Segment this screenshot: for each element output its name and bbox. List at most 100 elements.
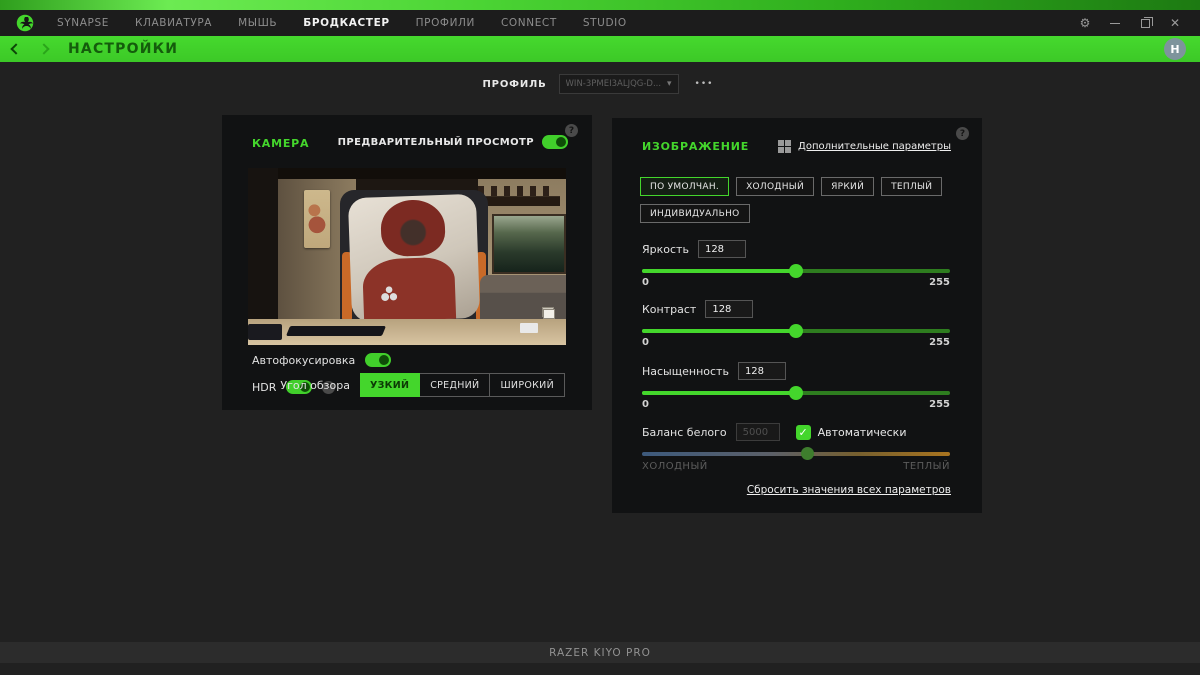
- forward-button[interactable]: [38, 43, 50, 55]
- saturation-slider-thumb[interactable]: [789, 386, 803, 400]
- preview-wall-scroll: [304, 190, 330, 248]
- advanced-params-label: Дополнительные параметры: [798, 141, 951, 152]
- camera-panel: КАМЕРА ПРЕДВАРИТЕЛЬНЫЙ ПРОСМОТР ? Автофо…: [222, 115, 592, 410]
- chevron-down-icon: ▾: [667, 79, 672, 89]
- contrast-input[interactable]: [705, 300, 754, 318]
- image-panel: ИЗОБРАЖЕНИЕ Дополнительные параметры ? П…: [612, 118, 982, 513]
- maximize-button[interactable]: [1130, 10, 1160, 36]
- contrast-slider[interactable]: [642, 324, 950, 338]
- menu-item-keyboard[interactable]: КЛАВИАТУРА: [135, 17, 212, 29]
- saturation-slider[interactable]: [642, 386, 950, 400]
- fov-group: Угол обзора УЗКИЙ СРЕДНИЙ ШИРОКИЙ: [280, 373, 565, 397]
- preset-warm-button[interactable]: ТЕПЛЫЙ: [881, 177, 943, 196]
- profile-row: ПРОФИЛЬ WIN-3PMEI3ALJQG-D... ▾ •••: [0, 73, 1200, 95]
- windows-icon: [778, 140, 792, 153]
- menu-item-profiles[interactable]: ПРОФИЛИ: [416, 17, 475, 29]
- menu-item-connect[interactable]: CONNECT: [501, 17, 557, 29]
- preview-keyboard: [285, 326, 387, 336]
- fov-narrow-button[interactable]: УЗКИЙ: [359, 373, 421, 397]
- profile-dropdown[interactable]: WIN-3PMEI3ALJQG-D... ▾: [558, 74, 679, 94]
- menu-item-mouse[interactable]: МЫШЬ: [238, 17, 277, 29]
- preview-toggle-row: ПРЕДВАРИТЕЛЬНЫЙ ПРОСМОТР: [338, 135, 568, 149]
- preview-pillow: [347, 193, 481, 323]
- contrast-label: Контраст: [642, 302, 697, 316]
- white-balance-input: [735, 423, 780, 441]
- slider-fill: [642, 391, 796, 395]
- white-balance-slider-thumb[interactable]: [801, 447, 815, 460]
- preset-cold-button[interactable]: ХОЛОДНЫЙ: [736, 177, 815, 196]
- menu-item-synapse[interactable]: SYNAPSE: [57, 17, 109, 29]
- white-balance-slider[interactable]: [642, 447, 950, 460]
- profile-dropdown-value: WIN-3PMEI3ALJQG-D...: [565, 79, 662, 89]
- toggle-knob: [379, 355, 390, 365]
- preview-desk-item: [248, 324, 282, 340]
- brightness-slider-thumb[interactable]: [789, 264, 803, 278]
- back-button[interactable]: [10, 43, 22, 55]
- menu-item-broadcaster[interactable]: БРОДКАСТЕР: [303, 17, 389, 29]
- hdr-label: HDR: [252, 380, 277, 394]
- fov-label: Угол обзора: [280, 378, 350, 392]
- saturation-group: Насыщенность 0 255: [642, 362, 950, 410]
- device-name: RAZER KIYO PRO: [549, 646, 651, 659]
- image-panel-title: ИЗОБРАЖЕНИЕ: [642, 140, 750, 153]
- user-avatar[interactable]: H: [1164, 38, 1186, 60]
- preview-desk-card: [520, 323, 538, 333]
- slider-fill: [642, 269, 796, 273]
- brightness-max: 255: [929, 277, 950, 288]
- white-balance-warm-label: ТЕПЛЫЙ: [903, 461, 950, 472]
- preset-row-1: ПО УМОЛЧАН. ХОЛОДНЫЙ ЯРКИЙ ТЕПЛЫЙ: [640, 177, 943, 196]
- camera-help-icon[interactable]: ?: [565, 124, 578, 137]
- saturation-label: Насыщенность: [642, 364, 729, 378]
- brightness-input[interactable]: [697, 240, 746, 258]
- settings-gear-icon[interactable]: ⚙: [1070, 10, 1100, 36]
- contrast-max: 255: [929, 337, 950, 348]
- razer-logo-icon[interactable]: [16, 14, 34, 32]
- autofocus-toggle[interactable]: [365, 353, 392, 367]
- app-window: SYNAPSE КЛАВИАТУРА МЫШЬ БРОДКАСТЕР ПРОФИ…: [0, 0, 1200, 675]
- brightness-slider[interactable]: [642, 264, 950, 278]
- autofocus-row: Автофокусировка: [252, 353, 392, 367]
- preview-pillow-hooded-figure: [379, 198, 446, 258]
- white-balance-auto-label: Автоматически: [817, 425, 907, 439]
- toggle-knob: [556, 137, 566, 147]
- image-help-icon[interactable]: ?: [956, 127, 969, 140]
- window-controls: ⚙ ✕: [1070, 10, 1190, 36]
- minimize-button[interactable]: [1100, 10, 1130, 36]
- preset-custom-button[interactable]: ИНДИВИДУАЛЬНО: [640, 204, 750, 223]
- brightness-min: 0: [642, 277, 649, 288]
- saturation-input[interactable]: [737, 362, 786, 380]
- autofocus-label: Автофокусировка: [252, 353, 356, 367]
- white-balance-label: Баланс белого: [642, 425, 727, 439]
- contrast-min: 0: [642, 337, 649, 348]
- contrast-slider-thumb[interactable]: [789, 324, 803, 338]
- fov-wide-button[interactable]: ШИРОКИЙ: [490, 373, 565, 397]
- preset-row-2: ИНДИВИДУАЛЬНО: [640, 204, 750, 223]
- page-header: НАСТРОЙКИ H: [0, 36, 1200, 62]
- camera-panel-title: КАМЕРА: [252, 137, 310, 150]
- preview-pillow-logo: [376, 282, 404, 304]
- white-balance-auto-checkbox[interactable]: ✓: [795, 424, 811, 440]
- window-top-accent: [0, 0, 1200, 10]
- fov-medium-button[interactable]: СРЕДНИЙ: [420, 373, 491, 397]
- profile-more-button[interactable]: •••: [691, 77, 718, 91]
- reset-all-link[interactable]: Сбросить значения всех параметров: [747, 484, 951, 496]
- menu-item-studio[interactable]: STUDIO: [583, 17, 627, 29]
- advanced-params-link[interactable]: Дополнительные параметры: [778, 140, 951, 153]
- preview-toggle[interactable]: [542, 135, 568, 149]
- device-footer: RAZER KIYO PRO: [0, 642, 1200, 663]
- brightness-label: Яркость: [642, 242, 689, 256]
- close-button[interactable]: ✕: [1160, 10, 1190, 36]
- saturation-max: 255: [929, 399, 950, 410]
- preset-bright-button[interactable]: ЯРКИЙ: [821, 177, 875, 196]
- page-title: НАСТРОЙКИ: [68, 41, 179, 57]
- contrast-group: Контраст 0 255: [642, 300, 950, 348]
- slider-fill: [642, 329, 796, 333]
- preview-framed-picture: [492, 214, 566, 274]
- saturation-min: 0: [642, 399, 649, 410]
- preset-default-button[interactable]: ПО УМОЛЧАН.: [640, 177, 730, 196]
- menu-bar: SYNAPSE КЛАВИАТУРА МЫШЬ БРОДКАСТЕР ПРОФИ…: [0, 10, 1200, 36]
- preview-label: ПРЕДВАРИТЕЛЬНЫЙ ПРОСМОТР: [337, 136, 534, 148]
- profile-label: ПРОФИЛЬ: [482, 78, 547, 90]
- camera-preview-image: [248, 168, 566, 345]
- picture-in-picture-icon[interactable]: [542, 307, 557, 319]
